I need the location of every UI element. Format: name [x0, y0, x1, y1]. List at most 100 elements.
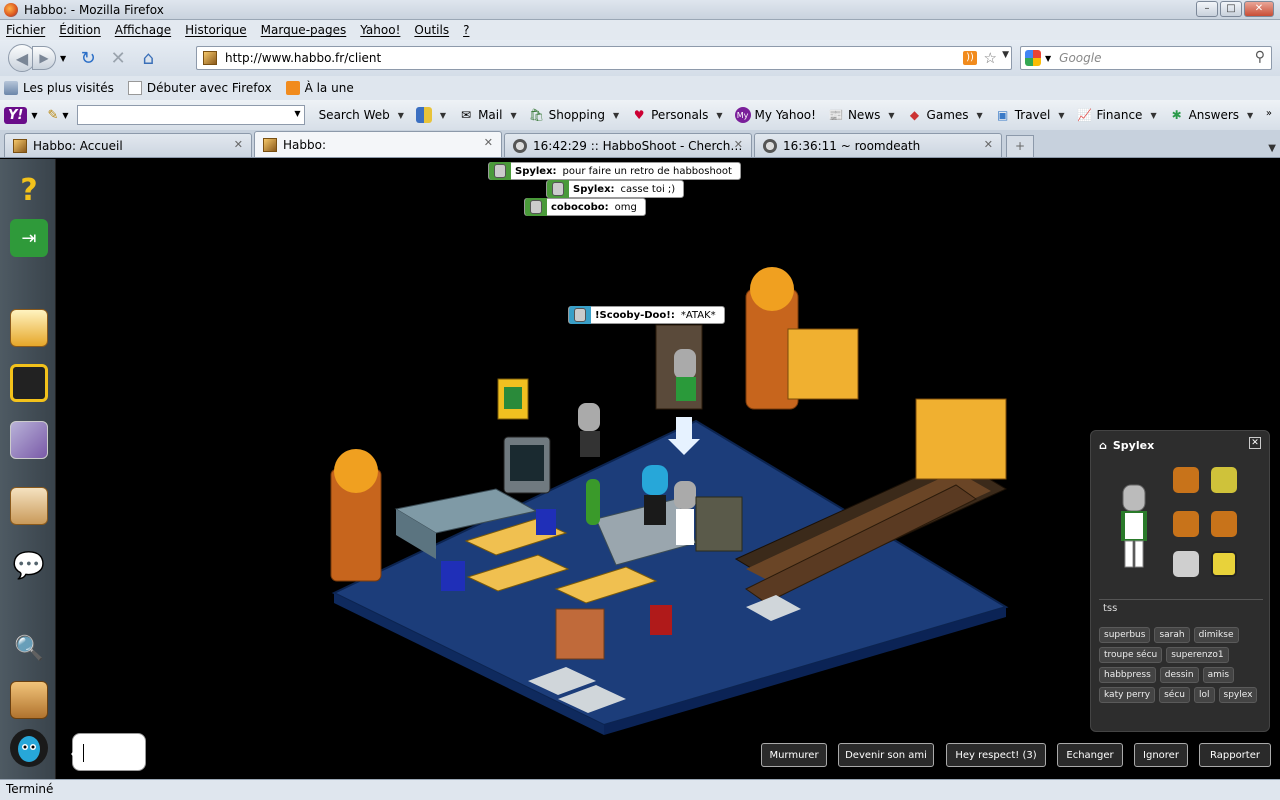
infostand-divider: [1099, 599, 1263, 600]
user-motto[interactable]: tss: [1103, 603, 1117, 614]
user-tag[interactable]: katy perry: [1099, 687, 1156, 703]
search-engine-box[interactable]: ▼ Google ⚲: [1020, 46, 1272, 70]
yahoo-finance[interactable]: 📈 Finance ▼: [1077, 107, 1157, 123]
yahoo-news[interactable]: 📰 News ▼: [828, 107, 894, 123]
menu-affichage[interactable]: Affichage: [115, 23, 171, 37]
url-dropdown-icon[interactable]: ▼: [1002, 50, 1009, 60]
chat-message[interactable]: cobocobo: omg: [524, 198, 646, 216]
yahoo-logo[interactable]: Y!: [4, 106, 28, 124]
yahoo-shopping[interactable]: 🛍 Shopping ▼: [528, 107, 619, 123]
report-button[interactable]: Rapporter: [1199, 743, 1271, 767]
close-window-button[interactable]: ✕: [1244, 1, 1274, 17]
user-tag[interactable]: dimikse: [1193, 627, 1239, 643]
menu-outils[interactable]: Outils: [414, 23, 449, 37]
skull-favicon-icon: [763, 138, 777, 153]
engine-dropdown-icon[interactable]: ▼: [1045, 54, 1051, 63]
exit-room-icon[interactable]: ⇥: [10, 219, 48, 257]
habbo-client[interactable]: ? ⇥ 💬 🔍 Spylex: pour faire un retro de h…: [0, 159, 1280, 779]
menu-marque-pages[interactable]: Marque-pages: [261, 23, 347, 37]
close-tab-icon[interactable]: ✕: [984, 138, 993, 151]
history-dropdown-icon[interactable]: ▼: [60, 54, 66, 63]
yahoo-games[interactable]: ◆ Games ▼: [907, 107, 983, 123]
google-icon[interactable]: [1025, 50, 1041, 66]
ignore-button[interactable]: Ignorer: [1134, 743, 1188, 767]
maximize-button[interactable]: □: [1220, 1, 1242, 17]
new-tab-button[interactable]: +: [1006, 135, 1034, 157]
yahoo-my-yahoo[interactable]: My My Yahoo!: [734, 107, 816, 123]
hotel-view-icon[interactable]: [10, 309, 48, 347]
user-tag[interactable]: superbus: [1099, 627, 1151, 643]
pencil-dropdown-icon[interactable]: ▼: [62, 111, 68, 120]
bookmark-star-icon[interactable]: ☆: [984, 49, 997, 67]
yahoo-shield[interactable]: ▼: [415, 107, 446, 123]
rss-feed-icon[interactable]: )): [963, 51, 977, 65]
toolbar-overflow-icon[interactable]: »: [1266, 108, 1272, 119]
close-tab-icon[interactable]: ✕: [484, 136, 493, 149]
url-bar[interactable]: http://www.habbo.fr/client )) ☆ ▼: [196, 46, 1012, 70]
chat-avatar-icon: [525, 198, 547, 216]
search-friends-icon[interactable]: 🔍: [10, 629, 48, 667]
yahoo-search-input[interactable]: [76, 105, 305, 125]
home-icon[interactable]: ⌂: [1099, 439, 1107, 452]
bookmark-most-visited[interactable]: Les plus visités: [4, 81, 114, 95]
yahoo-personals[interactable]: ♥ Personals ▼: [631, 107, 723, 123]
menu-help[interactable]: ?: [463, 23, 469, 37]
user-tag[interactable]: sarah: [1154, 627, 1190, 643]
chat-message[interactable]: Spylex: casse toi ;): [546, 180, 685, 198]
user-tag[interactable]: dessin: [1159, 667, 1199, 683]
yahoo-item-label: Personals: [651, 108, 709, 122]
user-tag[interactable]: habbpress: [1099, 667, 1156, 683]
user-tag[interactable]: troupe sécu: [1099, 647, 1163, 663]
user-tag[interactable]: lol: [1194, 687, 1215, 703]
navigator-icon[interactable]: [10, 364, 48, 402]
room-box-icon[interactable]: [10, 681, 48, 719]
menu-edition[interactable]: Édition: [59, 23, 101, 37]
home-icon[interactable]: ⌂: [136, 46, 160, 70]
close-tab-icon[interactable]: ✕: [234, 138, 243, 151]
tab-habbo-client[interactable]: Habbo: ✕: [254, 131, 502, 157]
search-icon[interactable]: ⚲: [1255, 49, 1265, 65]
avatar-scooby[interactable]: [674, 349, 696, 401]
avatar-spylex[interactable]: [578, 403, 600, 457]
close-tab-icon[interactable]: ✕: [734, 138, 743, 151]
add-friend-button[interactable]: Devenir son ami: [838, 743, 934, 767]
tab-list-icon[interactable]: ▼: [1268, 143, 1276, 154]
yahoo-item-label: News: [847, 108, 881, 122]
pencil-icon[interactable]: ✎: [48, 108, 59, 123]
inventory-icon[interactable]: [10, 487, 48, 525]
chat-message[interactable]: !Scooby-Doo!: *ATAK*: [568, 306, 725, 324]
chat-message[interactable]: Spylex: pour faire un retro de habboshoo…: [488, 162, 741, 180]
yahoo-search-web[interactable]: Search Web ▼: [319, 108, 404, 122]
yahoo-answers[interactable]: ✱ Answers ▼: [1169, 107, 1254, 123]
yahoo-dropdown-icon[interactable]: ▼: [31, 111, 37, 120]
shopping-bag-icon: 🛍: [528, 108, 545, 122]
menu-historique[interactable]: Historique: [185, 23, 247, 37]
user-tag[interactable]: amis: [1202, 667, 1235, 683]
trade-button[interactable]: Echanger: [1057, 743, 1123, 767]
tab-roomdeath[interactable]: 16:36:11 ~ roomdeath ✕: [754, 133, 1002, 157]
tab-habboshoot[interactable]: 16:42:29 :: HabboShoot - Cherche o... ✕: [504, 133, 752, 157]
menu-yahoo[interactable]: Yahoo!: [360, 23, 400, 37]
minimize-button[interactable]: –: [1196, 1, 1218, 17]
chat-bubble-icon[interactable]: 💬: [10, 547, 48, 585]
close-infostand-icon[interactable]: ✕: [1249, 437, 1261, 449]
whisper-button[interactable]: Murmurer: [761, 743, 827, 767]
yahoo-travel[interactable]: ▣ Travel ▼: [995, 107, 1065, 123]
forward-button[interactable]: ▶: [32, 46, 56, 70]
avatar-icon[interactable]: [10, 729, 48, 767]
help-icon[interactable]: ?: [10, 171, 48, 209]
bookmark-headlines[interactable]: À la une: [285, 81, 354, 95]
tab-habbo-accueil[interactable]: Habbo: Accueil ✕: [4, 133, 252, 157]
menu-fichier[interactable]: Fichier: [6, 23, 45, 37]
respect-button[interactable]: Hey respect! (3): [946, 743, 1046, 767]
bookmark-getting-started[interactable]: Débuter avec Firefox: [127, 81, 272, 95]
reload-icon[interactable]: ↻: [76, 46, 100, 70]
habbo-favicon-icon: [263, 137, 277, 152]
chat-input[interactable]: [71, 733, 146, 771]
user-tag[interactable]: spylex: [1218, 687, 1258, 703]
yahoo-mail[interactable]: ✉ Mail ▼: [458, 107, 517, 123]
stop-icon[interactable]: ✕: [106, 46, 130, 70]
user-tag[interactable]: superenzo1: [1166, 647, 1229, 663]
catalogue-icon[interactable]: [10, 421, 48, 459]
user-tag[interactable]: sécu: [1159, 687, 1190, 703]
